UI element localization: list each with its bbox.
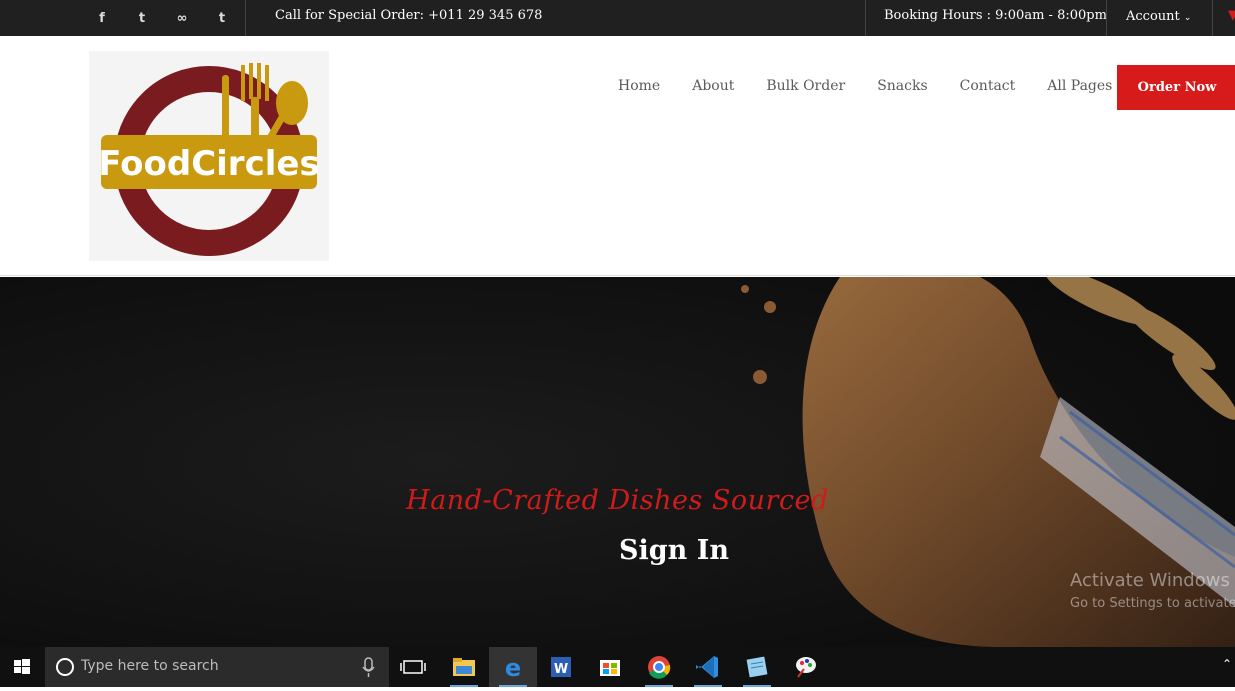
- chevron-down-icon: ⌄: [1183, 13, 1192, 23]
- task-view-icon[interactable]: [389, 647, 437, 687]
- tripadvisor-icon[interactable]: ∞: [162, 11, 202, 26]
- site-header: FoodCircles Home About Bulk Order Snacks…: [0, 36, 1235, 276]
- cart-icon[interactable]: ▼: [1228, 8, 1235, 23]
- taskbar-search[interactable]: Type here to search: [45, 647, 389, 687]
- social-links: f t ∞ t: [82, 0, 242, 36]
- nav-all-pages[interactable]: All Pages: [1047, 78, 1112, 94]
- nav-snacks[interactable]: Snacks: [877, 78, 927, 94]
- hero-banner: Hand-Crafted Dishes Sourced Sign In Acti…: [0, 277, 1235, 647]
- activate-windows-watermark: Activate Windows: [1070, 570, 1230, 591]
- start-button[interactable]: [0, 647, 44, 687]
- logo-text: FoodCircles: [98, 144, 319, 184]
- activate-windows-hint: Go to Settings to activate: [1070, 596, 1235, 611]
- divider: [1212, 0, 1213, 36]
- chrome-icon[interactable]: [635, 647, 683, 687]
- account-menu[interactable]: Account ⌄: [1126, 0, 1191, 35]
- page-title: Sign In: [619, 535, 729, 566]
- microphone-icon[interactable]: [359, 647, 379, 687]
- tumblr-icon[interactable]: t: [202, 11, 242, 26]
- search-placeholder: Type here to search: [81, 658, 219, 674]
- windows-taskbar: Type here to search e W ⌃: [0, 647, 1235, 687]
- nav-home[interactable]: Home: [618, 78, 660, 94]
- hero-subtitle: Hand-Crafted Dishes Sourced: [406, 485, 829, 516]
- edge-icon[interactable]: e: [489, 647, 537, 687]
- paint-icon[interactable]: [782, 647, 830, 687]
- booking-hours: Booking Hours : 9:00am - 8:00pm: [884, 8, 1107, 23]
- svg-text:e: e: [505, 654, 521, 682]
- cortana-icon: [56, 658, 74, 676]
- facebook-icon[interactable]: f: [82, 11, 122, 26]
- nav-about[interactable]: About: [692, 78, 734, 94]
- bread-background-image: [0, 277, 1235, 647]
- nav-bulk-order[interactable]: Bulk Order: [766, 78, 845, 94]
- word-icon[interactable]: W: [537, 647, 585, 687]
- store-icon[interactable]: [586, 647, 634, 687]
- chevron-up-icon[interactable]: ⌃: [1222, 657, 1232, 671]
- vscode-icon[interactable]: [684, 647, 732, 687]
- order-now-button[interactable]: Order Now: [1117, 65, 1235, 110]
- site-logo[interactable]: FoodCircles: [89, 51, 329, 261]
- account-label: Account: [1126, 9, 1180, 24]
- svg-text:W: W: [554, 662, 568, 677]
- twitter-icon[interactable]: t: [122, 11, 162, 26]
- divider: [245, 0, 246, 36]
- windows-logo-icon: [14, 659, 30, 674]
- file-explorer-icon[interactable]: [440, 647, 488, 687]
- notepad-icon[interactable]: [733, 647, 781, 687]
- divider: [865, 0, 866, 36]
- main-nav: Home About Bulk Order Snacks Contact All…: [618, 78, 1144, 94]
- nav-contact[interactable]: Contact: [960, 78, 1016, 94]
- special-order-phone: Call for Special Order: +011 29 345 678: [275, 8, 543, 23]
- top-bar: f t ∞ t Call for Special Order: +011 29 …: [0, 0, 1235, 36]
- logo-graphic: FoodCircles: [98, 63, 320, 256]
- divider: [1106, 0, 1107, 36]
